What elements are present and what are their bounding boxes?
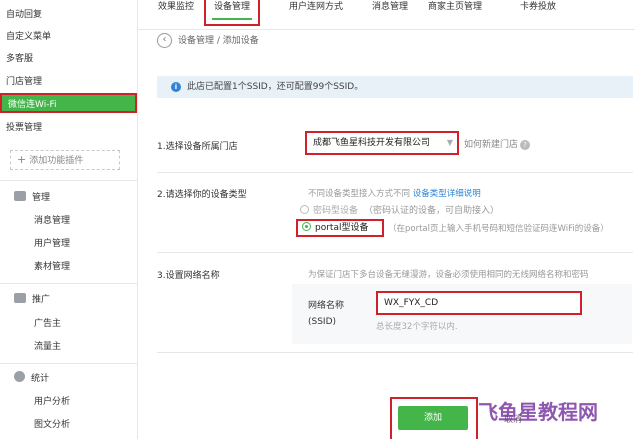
add-button[interactable]: 添加 [398,406,468,430]
sidebar-item-auto-reply[interactable]: 自动回复 [6,5,42,25]
ssid-label: 网络名称 (SSID) [308,298,344,330]
divider [157,172,633,173]
ssid-input[interactable]: WX_FYX_CD [376,291,582,315]
sidebar-item-custom-menu[interactable]: 自定义菜单 [6,27,51,47]
step2-hint-text: 不同设备类型接入方式不同 [308,189,411,199]
group-promote: 推广 [14,292,50,308]
divider [0,363,137,364]
step2-hint: 不同设备类型接入方式不同 设备类型详细说明 [308,187,481,199]
sidebar-item-vote[interactable]: 投票管理 [6,118,42,138]
sidebar-item-advertiser[interactable]: 广告主 [34,315,61,333]
option-portal-label: portal型设备 [315,223,369,233]
divider [157,352,633,353]
tab-device-management[interactable]: 设备管理 [204,0,261,26]
option-portal-note: （在portal页上输入手机号码和短信验证码连WiFi的设备） [388,224,609,234]
ssid-label-line2: (SSID) [308,317,337,327]
device-type-link[interactable]: 设备类型详细说明 [413,189,481,199]
watermark-text: 飞鱼星教程网 [478,400,598,424]
stats-icon [14,371,25,382]
group-manage-title: 管理 [32,193,51,203]
chevron-down-icon: ▼ [446,138,453,147]
tab-connect-method[interactable]: 用户连网方式 [289,0,343,18]
store-select-value: 成都飞鱼星科技开发有限公司 [313,138,431,148]
radio-password-device[interactable]: 密码型设备 （密码认证的设备，可自助接入） [300,203,499,216]
option-password-label: 密码型设备 [313,206,359,216]
group-stats: 统计 [14,371,49,387]
breadcrumb: ‹ 设备管理 / 添加设备 [157,32,259,50]
group-stats-title: 统计 [31,374,50,384]
radio-icon [300,205,309,214]
info-icon: i [171,82,181,92]
group-promote-title: 推广 [32,295,51,305]
divider [0,180,137,181]
ssid-hint: 总长度32个字符以内. [376,322,458,332]
sidebar-item-article-analysis[interactable]: 图文分析 [34,416,70,434]
back-arrow-icon[interactable]: ‹ [157,33,172,48]
radio-portal-device[interactable]: portal型设备 [296,219,384,237]
tab-device-management-label: 设备管理 [214,2,251,12]
option-password-note: （密码认证的设备，可自助接入） [364,206,500,216]
divider [157,252,633,253]
megaphone-icon [14,293,26,303]
sidebar-item-materials[interactable]: 素材管理 [34,258,70,276]
sidebar-item-wifi[interactable]: 微信连Wi-Fi [0,93,137,113]
radio-checked-icon [302,222,311,231]
plus-icon: + [17,153,27,166]
notice-text: 此店已配置1个SSID，还可配置99个SSID。 [187,82,364,92]
sidebar-item-user-analysis[interactable]: 用户分析 [34,393,70,411]
step2-label: 2.请选择你的设备类型 [157,190,247,200]
sidebar: 自动回复 自定义菜单 多客服 门店管理 微信连Wi-Fi 投票管理 + 添加功能插… [0,0,138,439]
step3-label: 3.设置网络名称 [157,271,220,281]
add-plugin-button[interactable]: + 添加功能插件 [10,150,120,170]
inbox-icon [14,191,26,201]
sidebar-item-multi-service[interactable]: 多客服 [6,49,33,69]
new-store-help-link[interactable]: 如何新建门店? [464,137,531,150]
sidebar-item-store-management[interactable]: 门店管理 [6,72,42,92]
add-plugin-label: 添加功能插件 [29,156,84,166]
active-tab-indicator [212,18,253,20]
divider [0,283,137,284]
help-link-text: 如何新建门店 [464,140,519,150]
tab-bar: 效果监控 设备管理 用户连网方式 消息管理 商家主页管理 卡券投放 [138,0,635,30]
tab-homepage-management[interactable]: 商家主页管理 [428,0,482,18]
step3-hint: 为保证门店下多台设备无缝漫游，设备必须使用相同的无线网络名称和密码 [308,270,589,280]
group-manage: 管理 [14,190,50,206]
question-icon: ? [520,140,531,150]
sidebar-item-traffic[interactable]: 流量主 [34,338,61,356]
sidebar-item-messages[interactable]: 消息管理 [34,212,70,230]
step1-label: 1.选择设备所属门店 [157,142,238,152]
tab-coupon[interactable]: 卡券投放 [520,0,556,18]
tab-effect-monitor[interactable]: 效果监控 [158,0,194,18]
watermark-logo: 飞鱼星教程网 [478,396,598,425]
breadcrumb-text: 设备管理 / 添加设备 [178,36,259,46]
store-select[interactable]: 成都飞鱼星科技开发有限公司 ▼ [305,131,459,155]
sidebar-item-users[interactable]: 用户管理 [34,235,70,253]
ssid-label-line1: 网络名称 [308,301,345,311]
info-notice: i 此店已配置1个SSID，还可配置99个SSID。 [157,76,633,98]
tab-message-management[interactable]: 消息管理 [372,0,408,18]
